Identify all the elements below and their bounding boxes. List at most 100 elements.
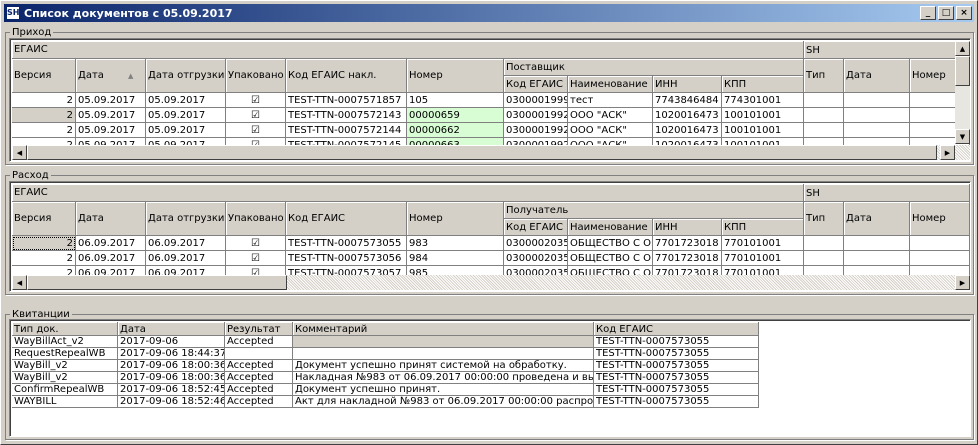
outgoing-col-number[interactable]: Номер <box>407 202 504 236</box>
outgoing-cell-date: 06.09.2017 <box>76 251 146 266</box>
incoming-grid[interactable]: ЕГАИС SH Версия Дата Дата отгрузки Упаковано К… <box>9 38 971 162</box>
maximize-button[interactable]: □ <box>938 6 954 20</box>
outgoing-col-version[interactable]: Версия <box>12 202 76 236</box>
outgoing-hscroll-thumb[interactable] <box>27 275 287 290</box>
outgoing-col-party[interactable]: Получатель <box>504 202 804 219</box>
outgoing-col-inn[interactable]: ИНН <box>653 219 722 236</box>
incoming-hscroll-thumb[interactable] <box>27 145 937 160</box>
outgoing-col-party-code[interactable]: Код ЕГАИС <box>504 219 568 236</box>
outgoing-cell-kpp: 770101001 <box>722 251 804 266</box>
receipts-cell-date: 2017-09-06 18:44:37 <box>118 348 225 360</box>
outgoing-egais-header: ЕГАИС <box>12 184 804 202</box>
incoming-cell-ship_date: 05.09.2017 <box>146 123 226 138</box>
scroll-up-icon[interactable]: ▲ <box>955 41 970 56</box>
incoming-cell-ship_date: 05.09.2017 <box>146 93 226 108</box>
incoming-col-number[interactable]: Номер <box>407 59 504 93</box>
incoming-cell-number: 00000659 <box>407 108 504 123</box>
scroll-left-icon[interactable]: ◀ <box>12 275 27 290</box>
receipts-row[interactable]: ConfirmRepealWB <box>12 384 118 396</box>
incoming-col-party-code[interactable]: Код ЕГАИС <box>504 76 568 93</box>
outgoing-cell-party_code: 03000020351 <box>504 251 568 266</box>
app-icon: SH <box>6 6 20 20</box>
outgoing-col-sh-date[interactable]: Дата <box>844 202 910 236</box>
outgoing-col-sh-number[interactable]: Номер <box>910 202 970 236</box>
incoming-vscroll-thumb[interactable] <box>955 56 970 86</box>
outgoing-legend: Расход <box>10 170 51 181</box>
outgoing-cell-sh-type <box>804 251 844 266</box>
incoming-col-sh-date[interactable]: Дата <box>844 59 910 93</box>
minimize-button[interactable]: _ <box>920 6 936 20</box>
receipts-grid[interactable]: Тип док. Дата Результат Комментарий Код ЕГАИ… <box>9 319 971 437</box>
incoming-cell-party_code: 03000019995 <box>504 93 568 108</box>
receipts-col-comment[interactable]: Комментарий <box>293 322 594 336</box>
incoming-col-ship-date[interactable]: Дата отгрузки <box>146 59 226 93</box>
receipts-cell-result: Accepted <box>225 384 293 396</box>
title-bar[interactable]: SH Список документов с 05.09.2017 _ □ × <box>4 4 974 22</box>
outgoing-cell-packed[interactable]: ☑ <box>226 236 286 251</box>
outgoing-col-sh-type[interactable]: Тип <box>804 202 844 236</box>
outgoing-cell-party_code: 03000020351 <box>504 236 568 251</box>
receipts-row[interactable]: WayBill_v2 <box>12 360 118 372</box>
receipts-cell-date: 2017-09-06 18:52:45 <box>118 384 225 396</box>
receipts-row[interactable]: WAYBILL <box>12 396 118 408</box>
outgoing-col-kpp[interactable]: КПП <box>722 219 804 236</box>
outgoing-cell-sh-number <box>910 236 970 251</box>
outgoing-row: 2 <box>12 251 76 266</box>
window-title: Список документов с 05.09.2017 <box>24 6 233 20</box>
incoming-col-packed[interactable]: Упаковано <box>226 59 286 93</box>
incoming-cell-sh-date <box>844 123 910 138</box>
close-button[interactable]: × <box>956 6 972 20</box>
receipts-col-result[interactable]: Результат <box>225 322 293 336</box>
outgoing-col-date[interactable]: Дата <box>76 202 146 236</box>
incoming-cell-party_name: ООО "АСК" <box>568 108 653 123</box>
incoming-col-party-name[interactable]: Наименование <box>568 76 653 93</box>
sort-arrow-icon: ▲ <box>128 72 134 80</box>
receipts-cell-date: 2017-09-06 <box>118 336 225 348</box>
outgoing-cell-party_name: ОБЩЕСТВО С ОГР <box>568 236 653 251</box>
outgoing-cell-inn: 7701723018 <box>653 251 722 266</box>
outgoing-row: 2 <box>12 236 76 251</box>
incoming-cell-sh-type <box>804 108 844 123</box>
receipts-cell-egais: TEST-TTN-0007573055 <box>594 336 759 348</box>
incoming-col-kpp[interactable]: КПП <box>722 76 804 93</box>
receipts-row[interactable]: RequestRepealWB <box>12 348 118 360</box>
receipts-cell-result <box>225 348 293 360</box>
outgoing-cell-egais: TEST-TTN-0007573055 <box>286 236 407 251</box>
incoming-cell-packed[interactable]: ☑ <box>226 123 286 138</box>
receipts-cell-result: Accepted <box>225 336 293 348</box>
outgoing-cell-sh-type <box>804 236 844 251</box>
receipts-col-egais[interactable]: Код ЕГАИС <box>594 322 759 336</box>
incoming-cell-packed[interactable]: ☑ <box>226 108 286 123</box>
receipts-cell-date: 2017-09-06 18:00:36 <box>118 372 225 384</box>
outgoing-sh-header: SH <box>804 184 970 202</box>
incoming-cell-egais: TEST-TTN-0007572144 <box>286 123 407 138</box>
receipts-row[interactable]: WayBill_v2 <box>12 372 118 384</box>
receipts-cell-egais: TEST-TTN-0007573055 <box>594 348 759 360</box>
incoming-cell-sh-date <box>844 108 910 123</box>
incoming-egais-header: ЕГАИС <box>12 41 804 59</box>
incoming-cell-number: 00000662 <box>407 123 504 138</box>
scroll-right-icon[interactable]: ▶ <box>955 275 970 290</box>
outgoing-col-packed[interactable]: Упаковано <box>226 202 286 236</box>
incoming-col-inn[interactable]: ИНН <box>653 76 722 93</box>
incoming-cell-sh-date <box>844 93 910 108</box>
receipts-row[interactable]: WayBillAct_v2 <box>12 336 118 348</box>
outgoing-cell-date: 06.09.2017 <box>76 236 146 251</box>
incoming-col-party[interactable]: Поставщик <box>504 59 804 76</box>
incoming-col-egais-code[interactable]: Код ЕГАИС накл. <box>286 59 407 93</box>
main-window: SH Список документов с 05.09.2017 _ □ × … <box>0 0 978 445</box>
outgoing-cell-packed[interactable]: ☑ <box>226 251 286 266</box>
scroll-down-icon[interactable]: ▼ <box>955 129 970 144</box>
outgoing-col-egais-code[interactable]: Код ЕГАИС <box>286 202 407 236</box>
outgoing-col-ship-date[interactable]: Дата отгрузки <box>146 202 226 236</box>
outgoing-grid[interactable]: ЕГАИС SH Версия Дата Дата отгрузки Упаковано К… <box>9 181 971 292</box>
scroll-right-icon[interactable]: ▶ <box>940 145 955 160</box>
receipts-col-doc-type[interactable]: Тип док. <box>12 322 118 336</box>
incoming-col-version[interactable]: Версия <box>12 59 76 93</box>
scroll-left-icon[interactable]: ◀ <box>12 145 27 160</box>
incoming-cell-packed[interactable]: ☑ <box>226 93 286 108</box>
incoming-col-sh-type[interactable]: Тип <box>804 59 844 93</box>
outgoing-col-party-name[interactable]: Наименование <box>568 219 653 236</box>
receipts-col-date[interactable]: Дата <box>118 322 225 336</box>
receipts-cell-date: 2017-09-06 18:52:46 <box>118 396 225 408</box>
